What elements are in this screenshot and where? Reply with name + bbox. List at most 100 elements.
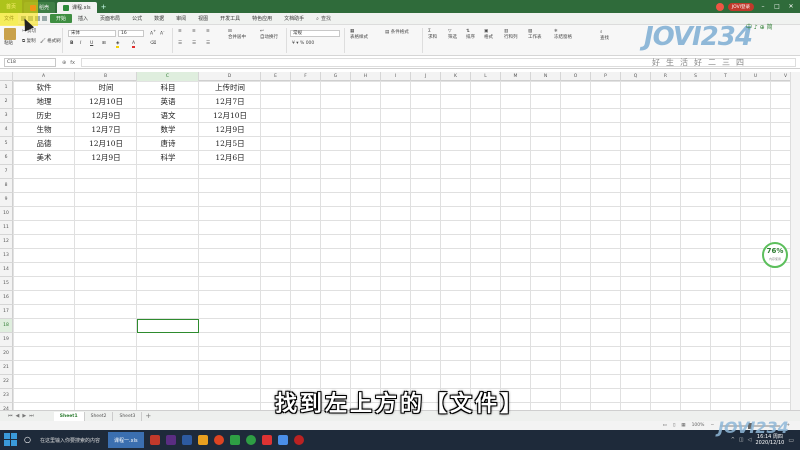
fill-color-button[interactable]: ◈ xyxy=(116,41,120,48)
normal-view-icon[interactable]: ▭ xyxy=(663,423,667,428)
row-header[interactable]: 17 xyxy=(0,305,13,319)
row-header[interactable]: 13 xyxy=(0,249,13,263)
table-cell[interactable]: 12月10日 xyxy=(199,109,261,123)
table-cell[interactable]: 12月9日 xyxy=(75,151,137,165)
row-header[interactable]: 4 xyxy=(0,123,13,137)
italic-button[interactable]: I xyxy=(80,41,81,46)
underline-button[interactable]: U xyxy=(90,41,93,46)
menu-item-page-layout[interactable]: 页面布局 xyxy=(94,15,126,22)
menu-item-formulas[interactable]: 公式 xyxy=(126,15,148,22)
page-break-view-icon[interactable]: ▦ xyxy=(681,423,685,428)
column-header[interactable]: P xyxy=(591,72,621,81)
menu-item-data[interactable]: 数据 xyxy=(148,15,170,22)
taskbar-search-text[interactable]: 在这里输入你要搜索的内容 xyxy=(40,437,100,444)
column-header[interactable]: U xyxy=(741,72,771,81)
align-center-icon[interactable]: ☰ xyxy=(192,41,196,46)
row-header[interactable]: 6 xyxy=(0,151,13,165)
column-header[interactable]: Q xyxy=(621,72,651,81)
menu-item-developer[interactable]: 开发工具 xyxy=(214,15,246,22)
worksheet-button[interactable]: ▧ 工作表 xyxy=(528,29,542,40)
app-icon-wechat[interactable] xyxy=(245,435,256,445)
row-header[interactable]: 2 xyxy=(0,95,13,109)
currency-icon[interactable]: ¥ ▾ % 000 xyxy=(292,41,314,46)
table-cell[interactable]: 美术 xyxy=(13,151,75,165)
table-cell[interactable]: 唐诗 xyxy=(137,137,199,151)
column-header[interactable]: V xyxy=(771,72,790,81)
sort-button[interactable]: ⇅ 排序 xyxy=(466,29,475,40)
filter-button[interactable]: ▽ 筛选 xyxy=(448,29,457,40)
column-header[interactable]: C xyxy=(137,72,199,81)
paste-button[interactable]: 粘贴 xyxy=(4,28,16,46)
app-icon-blue[interactable] xyxy=(277,435,288,445)
table-cell[interactable]: 地理 xyxy=(13,95,75,109)
table-cell[interactable]: 数学 xyxy=(137,123,199,137)
row-header[interactable]: 7 xyxy=(0,165,13,179)
notification-center-icon[interactable]: ▭ xyxy=(788,437,794,444)
font-color-button[interactable]: A xyxy=(132,41,136,48)
app-icon-green[interactable] xyxy=(229,435,240,445)
column-header[interactable]: D xyxy=(199,72,261,81)
table-cell[interactable]: 科学 xyxy=(137,151,199,165)
row-col-button[interactable]: ▥ 行和列 xyxy=(504,29,518,40)
sum-button[interactable]: Σ 求和 xyxy=(428,29,437,40)
align-top-icon[interactable]: ≡ xyxy=(178,29,182,34)
column-header[interactable]: E xyxy=(261,72,291,81)
app-icon-yellow[interactable] xyxy=(197,435,208,445)
column-header[interactable]: F xyxy=(291,72,321,81)
tab-workbook[interactable]: 课程.xls xyxy=(57,2,97,13)
column-header[interactable]: T xyxy=(711,72,741,81)
font-shrink-button[interactable]: A- xyxy=(160,29,164,37)
column-header[interactable]: H xyxy=(351,72,381,81)
table-header-cell[interactable]: 上传时间 xyxy=(199,81,261,95)
app-icon-premiere[interactable] xyxy=(165,435,176,445)
vertical-scrollbar[interactable] xyxy=(790,72,800,410)
conditional-format-button[interactable]: ▤ 条件格式 xyxy=(385,29,409,35)
name-box[interactable]: C18 xyxy=(4,58,56,67)
row-header[interactable]: 5 xyxy=(0,137,13,151)
clear-format-button[interactable]: ⌫ xyxy=(150,41,156,46)
table-cell[interactable]: 历史 xyxy=(13,109,75,123)
row-header[interactable]: 10 xyxy=(0,207,13,221)
font-grow-button[interactable]: A+ xyxy=(150,29,156,37)
app-icon-recorder[interactable] xyxy=(293,435,304,445)
format-button[interactable]: ▣ 格式 xyxy=(484,29,493,40)
align-bottom-icon[interactable]: ≡ xyxy=(206,29,210,34)
zoom-out-icon[interactable]: − xyxy=(710,423,714,428)
freeze-button[interactable]: ❄ 冻结窗格 xyxy=(554,29,572,40)
memory-gauge[interactable]: 76% 内存使用 xyxy=(762,242,788,268)
align-right-icon[interactable]: ☰ xyxy=(206,41,210,46)
column-header[interactable]: K xyxy=(441,72,471,81)
volume-icon[interactable]: ◁ xyxy=(748,437,752,443)
fx-icon[interactable]: fx xyxy=(70,60,75,66)
table-cell[interactable]: 12月7日 xyxy=(75,123,137,137)
menu-item-home[interactable]: 开始 xyxy=(50,14,73,23)
row-header[interactable]: 8 xyxy=(0,179,13,193)
column-header[interactable]: G xyxy=(321,72,351,81)
column-header[interactable]: B xyxy=(75,72,137,81)
app-icon-chrome[interactable] xyxy=(213,435,224,445)
align-left-icon[interactable]: ☰ xyxy=(178,41,182,46)
font-size-select[interactable]: 16 xyxy=(118,30,144,37)
table-cell[interactable]: 品德 xyxy=(13,137,75,151)
font-name-select[interactable]: 宋体 xyxy=(68,30,116,37)
table-cell[interactable]: 12月10日 xyxy=(75,95,137,109)
menu-item-insert[interactable]: 插入 xyxy=(72,15,94,22)
column-header[interactable]: M xyxy=(501,72,531,81)
table-cell[interactable]: 12月6日 xyxy=(199,151,261,165)
table-cell[interactable]: 12月10日 xyxy=(75,137,137,151)
app-icon-wps[interactable] xyxy=(261,435,272,445)
row-header[interactable]: 9 xyxy=(0,193,13,207)
command-search[interactable]: ⌕ 查找 xyxy=(316,15,331,23)
zoom-fit-icon[interactable]: ⊕ xyxy=(62,60,66,66)
redo-icon[interactable] xyxy=(42,16,48,21)
table-cell[interactable]: 语文 xyxy=(137,109,199,123)
table-cell[interactable]: 12月7日 xyxy=(199,95,261,109)
app-icon-photoshop[interactable] xyxy=(181,435,192,445)
cell-area[interactable]: 软件 时间 科目 上传时间 地理 12月10日 英语 12月7日 历史 12月9日 语文 12月10日… xyxy=(13,81,790,410)
table-cell[interactable]: 12月9日 xyxy=(199,123,261,137)
column-header[interactable]: L xyxy=(471,72,501,81)
notification-icon[interactable] xyxy=(715,2,724,11)
app-icon-red[interactable] xyxy=(149,435,160,445)
spreadsheet-grid[interactable]: ABCDEFGHIJKLMNOPQRSTUVW 1234567891011121… xyxy=(0,72,790,410)
user-login-badge[interactable]: JOVI登录 xyxy=(727,2,754,11)
